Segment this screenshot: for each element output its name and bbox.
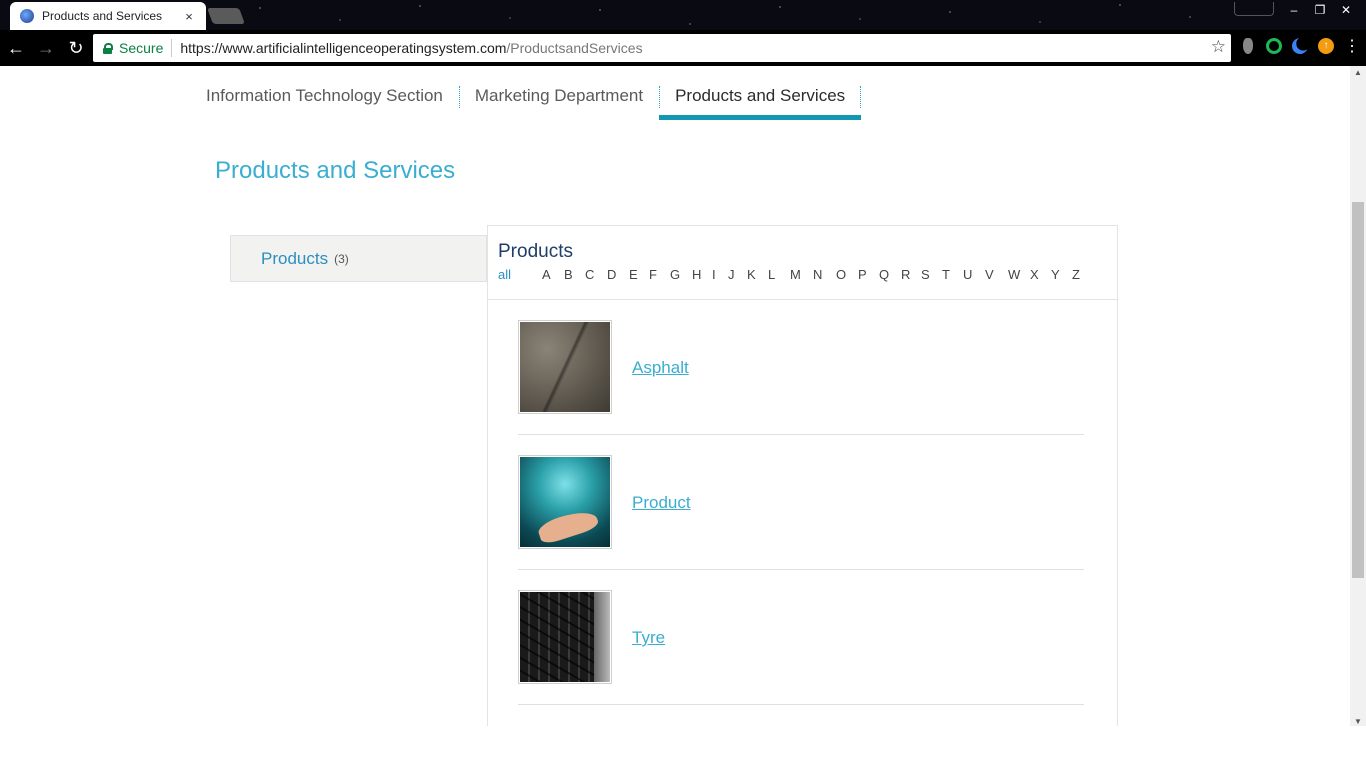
window-controls: – ❐ ✕ <box>1282 2 1358 18</box>
lock-icon <box>103 42 113 54</box>
alphabet-letter-k[interactable]: K <box>747 267 756 282</box>
bug-extension-icon[interactable] <box>1243 38 1253 54</box>
product-link-product[interactable]: Product <box>632 493 691 513</box>
browser-tab-strip: Products and Services × – ❐ ✕ <box>0 0 1366 30</box>
bookmark-star-icon[interactable]: ☆ <box>1211 37 1226 57</box>
browser-toolbar: ← → ↻ Secure https://www.artificialintel… <box>0 30 1366 66</box>
product-link-tyre[interactable]: Tyre <box>632 628 665 648</box>
alphabet-letter-s[interactable]: S <box>921 267 930 282</box>
product-thumbnail-tyre[interactable] <box>518 590 612 684</box>
browser-menu-icon[interactable]: ⋮ <box>1344 36 1360 56</box>
alphabet-letter-a[interactable]: A <box>542 267 551 282</box>
tab-title: Products and Services <box>42 9 163 23</box>
new-tab-button[interactable] <box>207 8 245 24</box>
products-panel: Products all A B C D E F G H I J K L M N O P Q R S T U V W X Y Z A… <box>487 225 1118 726</box>
tyre-image <box>520 592 610 682</box>
scrollbar-thumb[interactable] <box>1352 202 1364 578</box>
alphabet-letter-t[interactable]: T <box>942 267 950 282</box>
alphabet-letter-g[interactable]: G <box>670 267 680 282</box>
alphabet-letter-f[interactable]: F <box>649 267 657 282</box>
alphabet-letter-e[interactable]: E <box>629 267 638 282</box>
alphabet-letter-q[interactable]: Q <box>879 267 889 282</box>
update-extension-icon[interactable]: ↑ <box>1318 38 1334 54</box>
window-bottom-edge <box>0 726 1366 768</box>
alphabet-letter-l[interactable]: L <box>768 267 775 282</box>
alphabet-letter-p[interactable]: P <box>858 267 867 282</box>
url-path: /ProductsandServices <box>506 40 643 56</box>
alphabet-filter: all A B C D E F G H I J K L M N O P Q R S T U V W X Y Z <box>498 267 1098 285</box>
alphabet-letter-h[interactable]: H <box>692 267 701 282</box>
tab-close-icon[interactable]: × <box>182 9 196 24</box>
panel-title: Products <box>498 241 573 262</box>
back-arrow-icon[interactable]: ← <box>2 34 30 62</box>
forward-arrow-icon[interactable]: → <box>32 34 60 62</box>
alphabet-letter-n[interactable]: N <box>813 267 822 282</box>
alphabet-letter-c[interactable]: C <box>585 267 594 282</box>
minimize-icon[interactable]: – <box>1282 2 1306 18</box>
alphabet-letter-u[interactable]: U <box>963 267 972 282</box>
url-host: https://www.artificialintelligenceoperat… <box>180 40 507 56</box>
globe-favicon-icon <box>20 9 34 23</box>
scroll-up-arrow-icon[interactable]: ▲ <box>1350 68 1366 77</box>
alphabet-letter-w[interactable]: W <box>1008 267 1020 282</box>
page-scrollbar[interactable]: ▲ ▼ <box>1350 66 1366 728</box>
alphabet-letter-r[interactable]: R <box>901 267 910 282</box>
product-link-asphalt[interactable]: Asphalt <box>632 358 689 378</box>
nav-products-and-services[interactable]: Products and Services <box>659 66 862 120</box>
restore-icon[interactable]: ❐ <box>1308 2 1332 18</box>
nav-information-technology-section[interactable]: Information Technology Section <box>190 66 459 120</box>
address-bar[interactable]: Secure https://www.artificialintelligenc… <box>93 34 1231 62</box>
page-title: Products and Services <box>215 157 456 184</box>
sidebar-category: Products (3) <box>230 235 487 282</box>
nav-divider <box>860 86 862 108</box>
alphabet-letter-i[interactable]: I <box>712 267 716 282</box>
asphalt-image <box>520 322 610 412</box>
alphabet-letter-y[interactable]: Y <box>1051 267 1060 282</box>
product-image <box>520 457 610 547</box>
product-list-item: Product <box>518 435 1084 570</box>
sidebar-item-products[interactable]: Products <box>261 249 328 269</box>
alphabet-letter-j[interactable]: J <box>728 267 735 282</box>
moon-extension-icon[interactable] <box>1292 38 1308 54</box>
alphabet-letter-b[interactable]: B <box>564 267 573 282</box>
reload-icon[interactable]: ↻ <box>62 34 90 62</box>
product-list-item: Asphalt <box>518 300 1084 435</box>
alphabet-letter-v[interactable]: V <box>985 267 994 282</box>
alphabet-filter-all[interactable]: all <box>498 267 511 282</box>
scroll-down-arrow-icon[interactable]: ▼ <box>1350 717 1366 726</box>
profile-button[interactable] <box>1234 2 1274 16</box>
alphabet-letter-d[interactable]: D <box>607 267 616 282</box>
alphabet-letter-m[interactable]: M <box>790 267 801 282</box>
omnibox-divider <box>171 39 173 57</box>
product-thumbnail-product[interactable] <box>518 455 612 549</box>
alphabet-letter-z[interactable]: Z <box>1072 267 1080 282</box>
sidebar-item-count: (3) <box>334 251 349 266</box>
browser-tab-active[interactable]: Products and Services × <box>10 2 206 30</box>
ring-extension-icon[interactable] <box>1266 38 1282 54</box>
alphabet-letter-x[interactable]: X <box>1030 267 1039 282</box>
nav-marketing-department[interactable]: Marketing Department <box>458 66 659 120</box>
product-list-item: Tyre <box>518 570 1084 705</box>
product-thumbnail-asphalt[interactable] <box>518 320 612 414</box>
top-navigation: Information Technology Section Marketing… <box>190 66 862 120</box>
close-window-icon[interactable]: ✕ <box>1334 2 1358 18</box>
page-content: Information Technology Section Marketing… <box>0 66 1350 726</box>
alphabet-letter-o[interactable]: O <box>836 267 846 282</box>
extension-icons: ↑ ⋮ <box>1240 36 1360 56</box>
nav-products-and-services-label: Products and Services <box>675 86 846 105</box>
secure-label: Secure <box>119 40 164 56</box>
